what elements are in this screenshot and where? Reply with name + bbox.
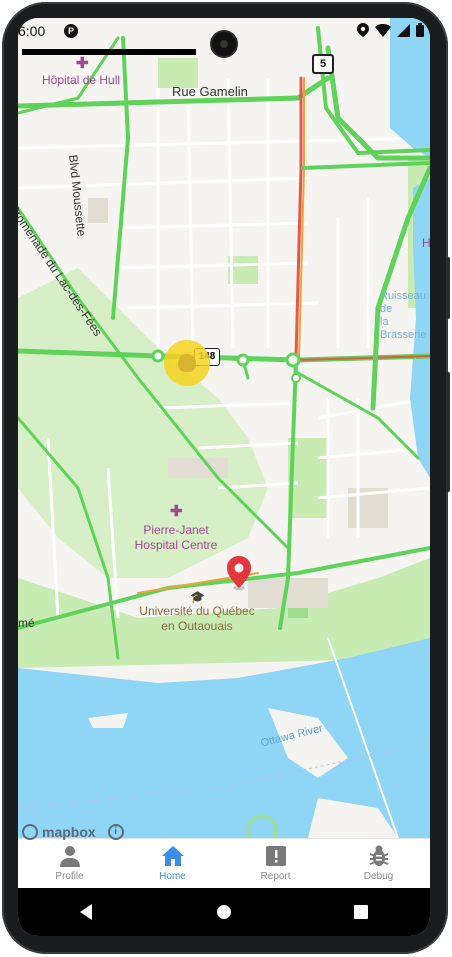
map-attribution[interactable]: mapbox i: [22, 824, 124, 840]
location-status-icon: [357, 23, 369, 40]
tab-profile[interactable]: Profile: [18, 839, 121, 889]
map-label-left-fragment: mé: [18, 616, 35, 630]
status-time: 6:00: [18, 23, 46, 39]
home-button[interactable]: [209, 897, 239, 927]
bottom-tab-bar: Profile Home Report Debug: [18, 838, 430, 889]
tab-report[interactable]: Report: [224, 839, 327, 889]
info-icon[interactable]: i: [107, 824, 124, 840]
tab-label: Home: [159, 871, 186, 882]
power-button: [446, 372, 450, 492]
screen: ✚ Hôpital de Hull Rue Gamelin Blvd Mouss…: [18, 18, 430, 936]
map-label-rue-gamelin: Rue Gamelin: [172, 84, 248, 99]
recents-square-icon: [354, 905, 369, 919]
map-view[interactable]: ✚ Hôpital de Hull Rue Gamelin Blvd Mouss…: [18, 18, 430, 838]
graduation-cap-icon: 🎓: [190, 590, 205, 604]
map-label-ruisseau: Ruisseau de la Brasserie: [380, 290, 427, 341]
front-camera: [212, 32, 236, 56]
bug-icon: [369, 845, 388, 866]
home-circle-icon: [216, 905, 231, 919]
map-label-uqo: Université du Québec en Outaouais: [139, 604, 255, 633]
mapbox-logo-icon: [22, 824, 38, 840]
tab-label: Debug: [363, 871, 394, 882]
map-label-right-fragment: H: [422, 236, 430, 250]
tab-label: Profile: [55, 871, 84, 882]
map-label-pierre-janet: Pierre-Janet Hospital Centre: [134, 523, 218, 552]
progress-fill: [23, 50, 195, 54]
system-nav-bar: [18, 888, 430, 936]
battery-icon: [416, 23, 424, 40]
recents-button[interactable]: [346, 897, 376, 927]
loading-progress-bar: [22, 49, 196, 55]
location-pin-icon[interactable]: [227, 556, 251, 590]
tab-label: Report: [260, 871, 291, 882]
tab-home[interactable]: Home: [121, 839, 224, 889]
map-label-hopital-de-hull: Hôpital de Hull: [42, 73, 121, 87]
wifi-icon: [375, 23, 391, 40]
home-icon: [161, 846, 184, 866]
route-shield-5: 5: [312, 54, 334, 74]
poi-marker-pierre-janet: ✚: [170, 503, 183, 520]
poi-marker-hospital: ✚: [76, 55, 89, 72]
person-icon: [59, 846, 80, 867]
app-notification-icon: P: [64, 24, 78, 38]
volume-button: [446, 257, 450, 319]
report-icon: [265, 846, 286, 866]
back-button[interactable]: [72, 897, 102, 927]
signal-icon: [397, 23, 410, 40]
user-location-marker[interactable]: [164, 340, 210, 386]
tab-debug[interactable]: Debug: [327, 839, 430, 889]
mapbox-wordmark: mapbox: [42, 824, 96, 840]
back-triangle-icon: [79, 904, 92, 920]
hand-icon: [178, 354, 196, 372]
